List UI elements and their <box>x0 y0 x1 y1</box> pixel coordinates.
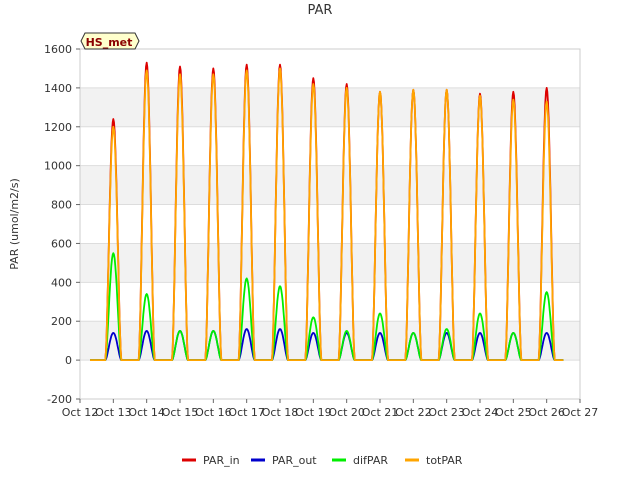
y-tick-label: 600 <box>51 237 72 250</box>
grid-band <box>80 126 580 166</box>
site-badge: HS_met <box>80 32 140 50</box>
x-tick-label: Oct 14 <box>128 406 165 419</box>
x-tick-label: Oct 24 <box>462 406 499 419</box>
y-tick-label: 0 <box>65 354 72 367</box>
chart-title: PAR <box>308 3 333 18</box>
x-tick-label: Oct 19 <box>295 406 332 419</box>
y-tick-label: 400 <box>51 276 72 289</box>
x-tick-label: Oct 20 <box>328 406 365 419</box>
grid-band <box>80 360 580 399</box>
x-axis-ticks: Oct 12Oct 13Oct 14Oct 15Oct 16Oct 17Oct … <box>62 399 599 419</box>
legend-label-totpar: totPAR <box>426 454 463 467</box>
par-chart: PAR -200 0 200 400 600 800 1000 1200 1400 1600 Oc… <box>8 3 599 467</box>
x-tick-label: Oct 21 <box>362 406 399 419</box>
grid-band <box>80 49 580 88</box>
x-tick-label: Oct 15 <box>162 406 199 419</box>
x-tick-label: Oct 22 <box>395 406 432 419</box>
legend-label-difpar: difPAR <box>353 454 388 467</box>
grid-band <box>80 243 580 283</box>
x-tick-label: Oct 23 <box>428 406 465 419</box>
grid-band <box>80 204 580 244</box>
plot-background <box>80 49 580 399</box>
y-tick-label: 200 <box>51 315 72 328</box>
x-tick-label: Oct 17 <box>228 406 265 419</box>
y-tick-label: 1600 <box>44 43 72 56</box>
grid-band <box>80 87 580 127</box>
x-tick-label: Oct 16 <box>195 406 232 419</box>
y-tick-label: 1200 <box>44 121 72 134</box>
y-tick-label: -200 <box>47 393 72 406</box>
x-tick-label: Oct 18 <box>262 406 299 419</box>
grid-band <box>80 165 580 205</box>
x-tick-label: Oct 12 <box>62 406 99 419</box>
site-badge-label: HS_met <box>86 36 133 49</box>
legend-label-par-out: PAR_out <box>272 454 317 467</box>
y-tick-label: 1400 <box>44 82 72 95</box>
y-tick-label: 800 <box>51 199 72 212</box>
legend: PAR_in PAR_out difPAR totPAR <box>182 454 463 467</box>
x-tick-label: Oct 13 <box>95 406 132 419</box>
y-axis-label: PAR (umol/m2/s) <box>8 178 21 270</box>
y-tick-label: 1000 <box>44 160 72 173</box>
y-axis-ticks: -200 0 200 400 600 800 1000 1200 1400 1600 <box>44 43 80 406</box>
grid-band <box>80 282 580 322</box>
x-tick-label: Oct 27 <box>562 406 599 419</box>
legend-label-par-in: PAR_in <box>203 454 240 467</box>
x-tick-label: Oct 25 <box>495 406 532 419</box>
x-tick-label: Oct 26 <box>528 406 565 419</box>
